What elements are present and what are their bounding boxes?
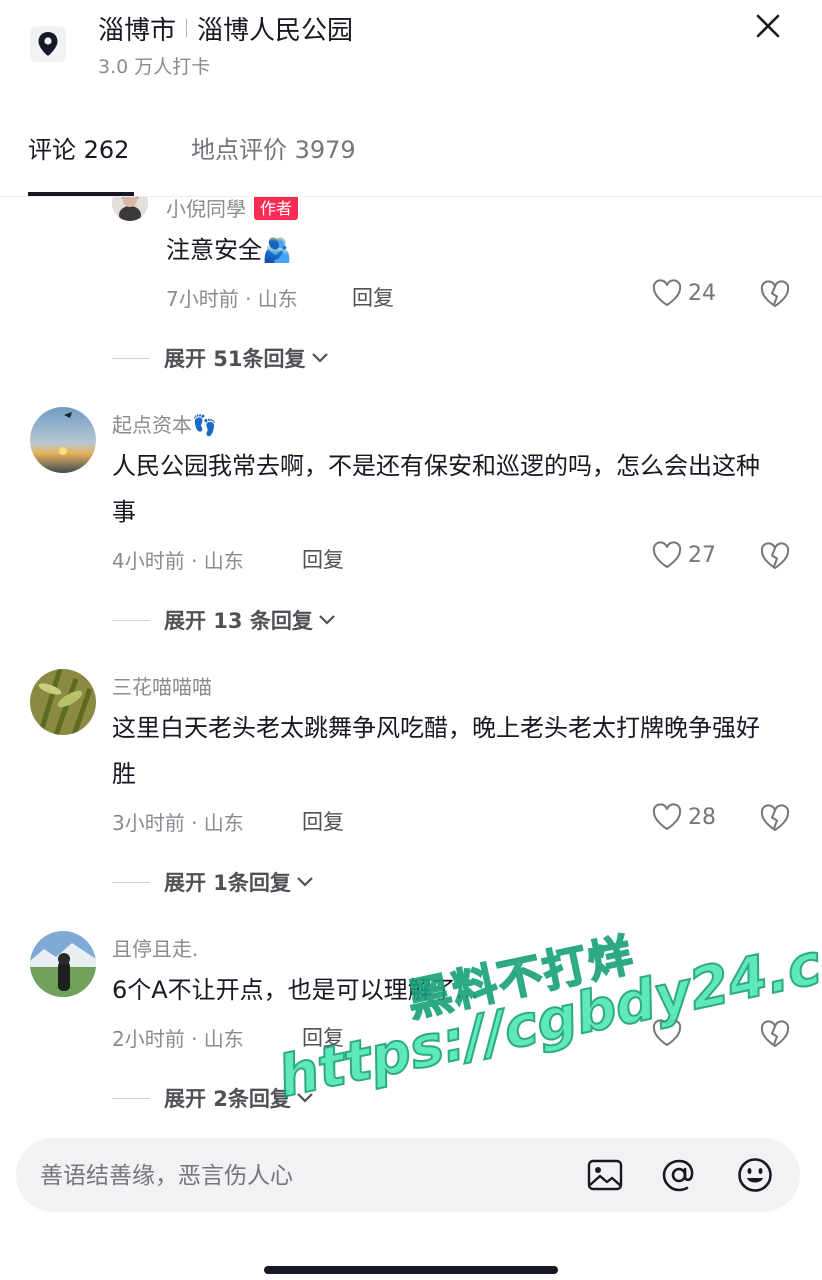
dislike-button[interactable] <box>760 1020 790 1052</box>
like-count: 24 <box>688 280 716 306</box>
expand-replies-label[interactable]: 展开 51条回复 <box>164 343 306 373</box>
comment-text: 这里白天老头老太跳舞争风吃醋，晚上老头老太打牌晚争强好胜 <box>112 714 760 788</box>
avatar[interactable] <box>30 407 96 473</box>
heart-icon <box>652 541 682 569</box>
username[interactable]: 起点资本👣 <box>112 409 217 438</box>
mention-button[interactable] <box>660 1156 698 1194</box>
dislike-button[interactable] <box>760 280 790 312</box>
username[interactable]: 小倪同學 作者 <box>166 197 299 222</box>
like-button[interactable]: 27 <box>652 541 716 569</box>
avatar[interactable] <box>30 669 96 735</box>
at-icon <box>662 1159 694 1192</box>
comment-input-bar <box>0 1122 822 1280</box>
image-icon <box>587 1159 623 1191</box>
comment-item: 小倪同學 作者 注意安全🫂 7小时前 · 山东 回复 24 展开 51条回复 <box>0 197 822 385</box>
chevron-down-icon <box>311 353 328 363</box>
chevron-down-icon <box>319 615 335 625</box>
heart-icon <box>652 279 682 307</box>
author-badge: 作者 <box>254 197 299 220</box>
reply-button[interactable]: 回复 <box>302 1022 344 1052</box>
like-count: 28 <box>688 804 716 830</box>
comment-list[interactable]: 小倪同學 作者 注意安全🫂 7小时前 · 山东 回复 24 展开 51条回复 起点… <box>0 197 822 1122</box>
expand-line <box>112 357 150 359</box>
reply-button[interactable]: 回复 <box>302 544 344 574</box>
expand-replies[interactable]: 展开 2条回复 <box>112 1083 315 1113</box>
comment-input-container[interactable] <box>16 1138 800 1212</box>
dislike-button[interactable] <box>760 542 790 574</box>
expand-replies-label[interactable]: 展开 2条回复 <box>164 1083 291 1113</box>
comment-item: 且停且走. 6个A不让开点，也是可以理解了... 2小时前 · 山东 回复 展开… <box>0 931 822 1122</box>
map-pin-icon <box>30 26 66 62</box>
title-separator <box>186 19 188 37</box>
home-indicator[interactable] <box>264 1266 558 1274</box>
broken-heart-icon <box>760 804 790 831</box>
expand-replies[interactable]: 展开 13 条回复 <box>112 605 337 635</box>
comment-text: 人民公园我常去啊，不是还有保安和巡逻的吗，怎么会出这种事 <box>112 452 760 526</box>
comment-time-location: 7小时前 · 山东 <box>166 287 298 311</box>
like-count: 27 <box>688 542 716 568</box>
like-button[interactable] <box>652 1019 688 1047</box>
comment-time-location: 2小时前 · 山东 <box>112 1027 244 1051</box>
place-name[interactable]: 淄博人民公园 <box>197 16 353 46</box>
avatar[interactable] <box>112 197 148 221</box>
comment-text: 注意安全🫂 <box>166 236 292 264</box>
expand-line <box>112 1097 150 1099</box>
expand-replies-label[interactable]: 展开 1条回复 <box>164 867 291 897</box>
heart-icon <box>652 803 682 831</box>
comment-item: 起点资本👣 人民公园我常去啊，不是还有保安和巡逻的吗，怎么会出这种事 4小时前 … <box>0 407 822 647</box>
comment-time-location: 4小时前 · 山东 <box>112 549 244 573</box>
username[interactable]: 且停且走. <box>112 933 198 962</box>
location-title[interactable]: 淄博市 淄博人民公园 <box>98 10 353 47</box>
emoji-icon <box>738 1158 772 1192</box>
avatar[interactable] <box>30 931 96 997</box>
close-button[interactable] <box>748 6 788 46</box>
comment-text: 6个A不让开点，也是可以理解了... <box>112 976 479 1004</box>
location-header: 淄博市 淄博人民公园 3.0 万人打卡 评论 262 地点评价 3979 <box>0 0 822 198</box>
heart-icon <box>652 1019 682 1047</box>
like-button[interactable]: 24 <box>652 279 716 307</box>
tab-comments[interactable]: 评论 262 <box>28 130 129 165</box>
expand-replies[interactable]: 展开 1条回复 <box>112 867 315 897</box>
emoji-button[interactable] <box>736 1156 774 1194</box>
close-icon <box>756 14 780 38</box>
expand-replies[interactable]: 展开 51条回复 <box>112 343 330 373</box>
broken-heart-icon <box>760 1020 790 1047</box>
reply-button[interactable]: 回复 <box>352 282 394 312</box>
expand-line <box>112 881 150 883</box>
chevron-down-icon <box>297 1093 313 1103</box>
like-button[interactable]: 28 <box>652 803 716 831</box>
comment-input[interactable] <box>38 1152 582 1200</box>
broken-heart-icon <box>760 542 790 569</box>
reply-button[interactable]: 回复 <box>302 806 344 836</box>
comment-time-location: 3小时前 · 山东 <box>112 811 244 835</box>
expand-line <box>112 619 150 621</box>
username[interactable]: 三花喵喵喵 <box>112 671 212 700</box>
image-button[interactable] <box>586 1156 624 1194</box>
username-text[interactable]: 小倪同學 <box>166 197 246 221</box>
broken-heart-icon <box>760 280 790 307</box>
dislike-button[interactable] <box>760 804 790 836</box>
checkin-count: 3.0 万人打卡 <box>98 56 211 78</box>
tab-place-reviews[interactable]: 地点评价 3979 <box>191 130 356 165</box>
expand-replies-label[interactable]: 展开 13 条回复 <box>164 605 313 635</box>
city-name[interactable]: 淄博市 <box>98 16 176 46</box>
chevron-down-icon <box>297 877 313 887</box>
comment-item: 三花喵喵喵 这里白天老头老太跳舞争风吃醋，晚上老头老太打牌晚争强好胜 3小时前 … <box>0 669 822 909</box>
